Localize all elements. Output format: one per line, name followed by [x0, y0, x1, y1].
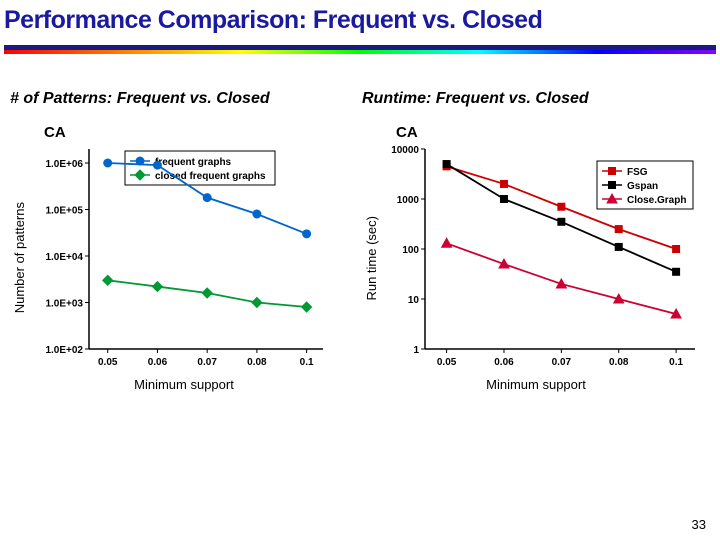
left-column: # of Patterns: Frequent vs. Closed CA Nu…: [10, 90, 358, 392]
svg-text:0.06: 0.06: [148, 357, 168, 368]
left-y-axis-label: Number of patterns: [10, 202, 29, 313]
page-number: 33: [692, 517, 706, 532]
right-x-axis-label: Minimum support: [362, 377, 710, 392]
right-dataset-label: CA: [396, 124, 710, 141]
left-chart: 1.0E+02 1.0E+03 1.0E+04 1.0E+05 1.0E+06 0.05 0…: [29, 143, 329, 373]
svg-text:0.05: 0.05: [437, 357, 457, 368]
svg-text:1: 1: [413, 345, 419, 356]
svg-text:0.08: 0.08: [247, 357, 267, 368]
left-x-axis-label: Minimum support: [10, 377, 358, 392]
divider-spectrum: [4, 50, 716, 54]
svg-text:0.08: 0.08: [609, 357, 629, 368]
svg-text:1.0E+04: 1.0E+04: [45, 252, 83, 263]
right-column: Runtime: Frequent vs. Closed CA Run time…: [362, 90, 710, 392]
svg-text:closed frequent graphs: closed frequent graphs: [155, 171, 266, 182]
svg-text:1.0E+02: 1.0E+02: [45, 345, 83, 356]
svg-text:FSG: FSG: [627, 167, 648, 178]
svg-text:0.07: 0.07: [197, 357, 217, 368]
right-section-title: Runtime: Frequent vs. Closed: [362, 90, 710, 108]
svg-text:1.0E+06: 1.0E+06: [45, 159, 83, 170]
svg-text:0.07: 0.07: [552, 357, 572, 368]
right-y-axis-label: Run time (sec): [362, 216, 381, 301]
svg-text:Gspan: Gspan: [627, 181, 658, 192]
svg-text:0.05: 0.05: [98, 357, 118, 368]
left-section-title: # of Patterns: Frequent vs. Closed: [10, 90, 358, 108]
svg-text:0.1: 0.1: [300, 357, 314, 368]
svg-text:1.0E+05: 1.0E+05: [45, 205, 83, 216]
svg-text:1.0E+03: 1.0E+03: [45, 298, 83, 309]
slide-title: Performance Comparison: Frequent vs. Clo…: [4, 6, 716, 35]
left-chart-svg: 1.0E+02 1.0E+03 1.0E+04 1.0E+05 1.0E+06 0.05 0…: [29, 143, 329, 373]
svg-text:0.1: 0.1: [669, 357, 683, 368]
left-dataset-label: CA: [44, 124, 358, 141]
svg-text:10: 10: [408, 295, 420, 306]
svg-text:100: 100: [402, 245, 419, 256]
svg-text:0.06: 0.06: [494, 357, 514, 368]
svg-text:1000: 1000: [397, 195, 420, 206]
svg-text:frequent graphs: frequent graphs: [155, 157, 232, 168]
right-chart: 1 10 100 1000 10000 0.05 0.06 0.07 0.08 0.1 FSG Gsp…: [381, 143, 701, 373]
svg-text:10000: 10000: [391, 145, 419, 156]
content-area: # of Patterns: Frequent vs. Closed CA Nu…: [4, 90, 716, 392]
svg-text:Close.Graph: Close.Graph: [627, 195, 686, 206]
right-chart-svg: 1 10 100 1000 10000 0.05 0.06 0.07 0.08 0.1 FSG Gsp…: [381, 143, 701, 373]
